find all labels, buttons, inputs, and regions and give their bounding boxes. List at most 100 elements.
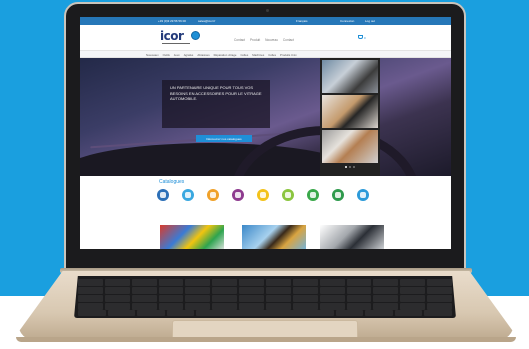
category-item[interactable]: Abrasives (197, 53, 209, 57)
category-item[interactable]: Outils (163, 53, 170, 57)
keyboard-key[interactable] (131, 295, 157, 302)
slider-dot[interactable] (345, 166, 347, 168)
logout-link[interactable]: Log out (365, 19, 375, 23)
keyboard-key[interactable] (427, 295, 453, 302)
keyboard-key[interactable] (319, 287, 345, 294)
keyboard-key[interactable] (346, 279, 372, 286)
keyboard-key[interactable] (212, 295, 238, 302)
keyboard-key[interactable] (185, 295, 211, 302)
keyboard-key[interactable] (104, 279, 130, 286)
keyboard-key[interactable] (335, 310, 364, 316)
keyboard-key[interactable] (373, 279, 399, 286)
catalog-icon-2[interactable] (182, 189, 194, 201)
nav-link[interactable]: Nouveau (265, 38, 278, 42)
keyboard-key[interactable] (394, 310, 423, 316)
cart-icon[interactable] (358, 35, 363, 39)
catalog-icon-9[interactable] (357, 189, 369, 201)
category-item[interactable]: Agrafes (184, 53, 194, 57)
keyboard-key[interactable] (78, 310, 106, 316)
email-link[interactable]: sales@icor.fr (198, 19, 215, 23)
catalog-icon-6[interactable] (282, 189, 294, 201)
category-item[interactable]: Colles (268, 53, 276, 57)
keyboard-key[interactable] (212, 287, 238, 294)
catalog-icon-8[interactable] (332, 189, 344, 201)
catalog-icon-5[interactable] (257, 189, 269, 201)
keyboard-key[interactable] (196, 310, 334, 316)
keyboard-key[interactable] (427, 279, 453, 286)
category-item[interactable]: Colles (240, 53, 248, 57)
keyboard-key[interactable] (239, 303, 265, 310)
gallery-image-brushes[interactable] (322, 130, 378, 163)
keyboard-key[interactable] (373, 287, 399, 294)
keyboard-key[interactable] (158, 295, 184, 302)
keyboard-key[interactable] (427, 303, 453, 310)
keyboard-key[interactable] (346, 287, 372, 294)
catalog-icon-7[interactable] (307, 189, 319, 201)
keyboard-key[interactable] (346, 295, 372, 302)
category-item[interactable]: Machines (252, 53, 264, 57)
category-item[interactable]: Jeux (174, 53, 180, 57)
category-item[interactable]: Nouveaux (146, 53, 159, 57)
keyboard-key[interactable] (266, 295, 291, 302)
keyboard-key[interactable] (78, 303, 103, 310)
keyboard-key[interactable] (185, 287, 211, 294)
keyboard-key[interactable] (266, 287, 291, 294)
keyboard-key[interactable] (266, 303, 291, 310)
keyboard-key[interactable] (78, 287, 103, 294)
keyboard-key[interactable] (319, 303, 345, 310)
keyboard-key[interactable] (292, 295, 318, 302)
keyboard-key[interactable] (266, 279, 291, 286)
keyboard-key[interactable] (400, 279, 426, 286)
keyboard-key[interactable] (400, 287, 426, 294)
product-image[interactable] (320, 225, 384, 249)
keyboard-key[interactable] (78, 279, 103, 286)
keyboard-key[interactable] (185, 303, 211, 310)
category-item[interactable]: Réparation vitrage (214, 53, 237, 57)
keyboard-key[interactable] (400, 303, 426, 310)
site-logo[interactable]: icor (160, 29, 184, 43)
gallery-image-tool[interactable] (322, 60, 378, 93)
keyboard-key[interactable] (212, 279, 238, 286)
gallery-image-cutter[interactable] (322, 95, 378, 128)
keyboard-key[interactable] (158, 303, 184, 310)
slider-dot[interactable] (353, 166, 355, 168)
product-image[interactable] (242, 225, 306, 249)
keyboard-key[interactable] (78, 295, 103, 302)
keyboard-key[interactable] (104, 295, 130, 302)
keyboard-key[interactable] (104, 303, 130, 310)
nav-link[interactable]: Produit (250, 38, 260, 42)
keyboard-key[interactable] (319, 279, 345, 286)
keyboard-key[interactable] (292, 287, 318, 294)
keyboard-key[interactable] (212, 303, 238, 310)
product-image[interactable] (160, 225, 224, 249)
catalog-icon-4[interactable] (232, 189, 244, 201)
keyboard-key[interactable] (131, 303, 157, 310)
catalog-icon-3[interactable] (207, 189, 219, 201)
nav-link[interactable]: Contact (234, 38, 245, 42)
catalog-icon-1[interactable] (157, 189, 169, 201)
keyboard-key[interactable] (131, 279, 157, 286)
keyboard-key[interactable] (427, 287, 453, 294)
keyboard-key[interactable] (239, 287, 265, 294)
keyboard-key[interactable] (107, 310, 136, 316)
keyboard-key[interactable] (373, 295, 399, 302)
keyboard-key[interactable] (131, 287, 157, 294)
keyboard-key[interactable] (319, 295, 345, 302)
keyboard-key[interactable] (104, 287, 130, 294)
keyboard-key[interactable] (400, 295, 426, 302)
account-link[interactable]: Connexion (340, 19, 354, 23)
keyboard-key[interactable] (137, 310, 165, 316)
language-selector[interactable]: Français (296, 19, 308, 23)
slider-dot[interactable] (349, 166, 351, 168)
keyboard-key[interactable] (158, 279, 184, 286)
keyboard-key[interactable] (158, 287, 184, 294)
keyboard-key[interactable] (373, 303, 399, 310)
keyboard-key[interactable] (292, 303, 318, 310)
keyboard-key[interactable] (292, 279, 318, 286)
keyboard-key[interactable] (239, 295, 265, 302)
discover-catalogues-button[interactable]: Découvrez nos catalogues (196, 135, 252, 142)
keyboard-key[interactable] (365, 310, 393, 316)
category-item[interactable]: Produits Univ (280, 53, 297, 57)
keyboard-key[interactable] (346, 303, 372, 310)
keyboard-key[interactable] (239, 279, 265, 286)
